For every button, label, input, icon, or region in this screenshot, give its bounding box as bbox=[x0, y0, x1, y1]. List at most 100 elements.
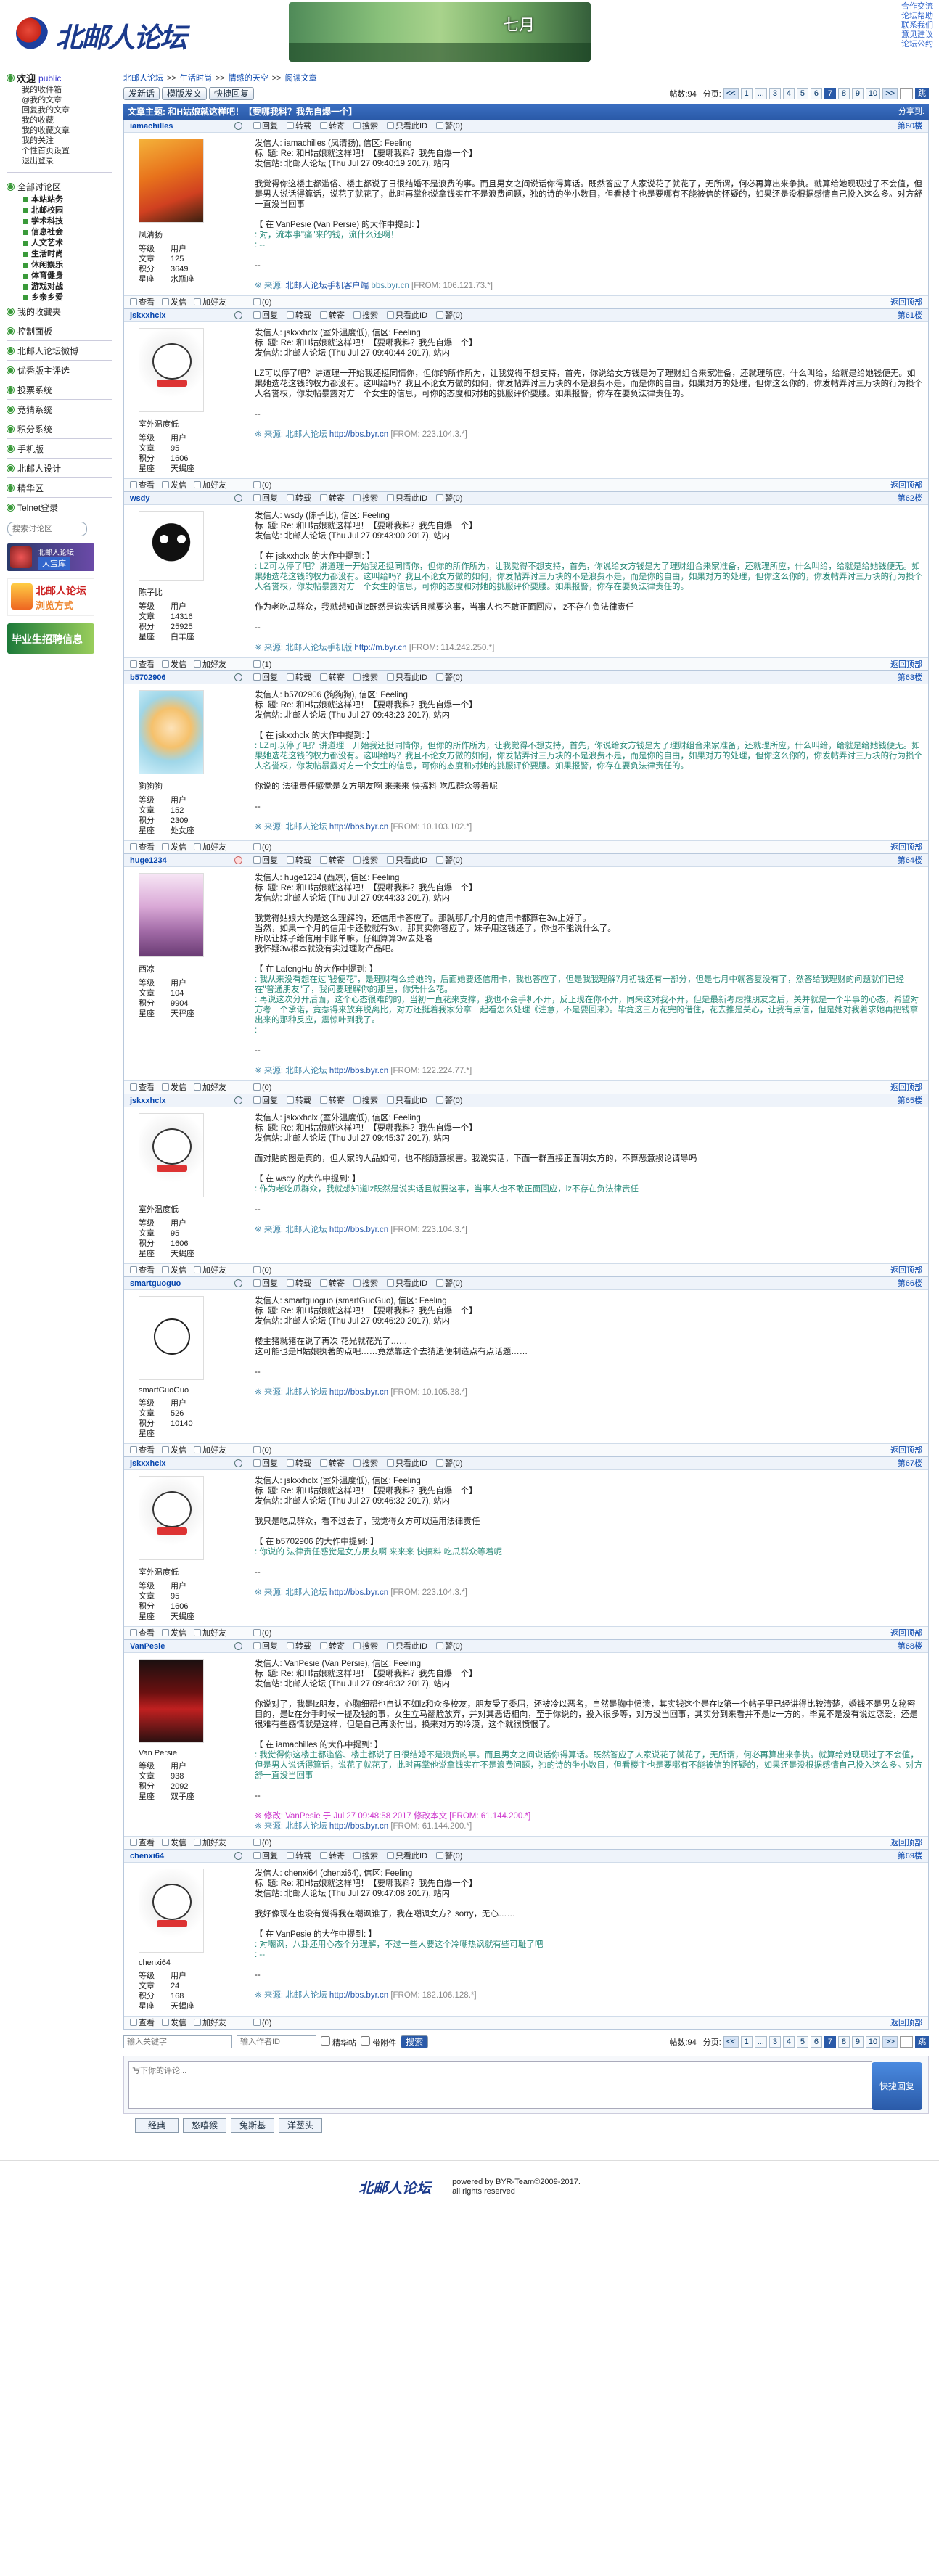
back-to-top-link[interactable]: 返回顶部 bbox=[890, 1444, 928, 1457]
emoji-tab[interactable]: 经典 bbox=[135, 2118, 179, 2133]
vote-button[interactable]: (0) bbox=[253, 2017, 271, 2030]
board-link[interactable]: 体育健身 bbox=[23, 271, 112, 282]
post-action[interactable]: 转载 bbox=[287, 492, 311, 505]
page-button[interactable]: 4 bbox=[782, 2036, 795, 2048]
all-boards-heading[interactable]: 全部讨论区 bbox=[7, 179, 112, 194]
search-button[interactable]: 搜索 bbox=[401, 2035, 429, 2048]
breadcrumb-link[interactable]: 北邮人论坛 bbox=[123, 74, 163, 83]
next-page-button[interactable]: >> bbox=[882, 88, 898, 99]
author-action[interactable]: 加好友 bbox=[194, 296, 226, 309]
author-action[interactable]: 查看 bbox=[130, 479, 155, 492]
post-action[interactable]: 搜索 bbox=[353, 1277, 378, 1290]
page-button[interactable]: 4 bbox=[782, 88, 795, 99]
board-link[interactable]: 游戏对战 bbox=[23, 282, 112, 292]
post-action[interactable]: 警(0) bbox=[436, 1094, 462, 1107]
back-to-top-link[interactable]: 返回顶部 bbox=[890, 1627, 928, 1640]
source-site-link[interactable]: http://bbs.byr.cn bbox=[329, 1067, 388, 1075]
user-link[interactable]: 退出登录 bbox=[22, 156, 112, 166]
toolbar-button[interactable]: 模版发文 bbox=[162, 87, 208, 100]
source-site-link[interactable]: http://bbs.byr.cn bbox=[329, 823, 388, 832]
sidebar-section[interactable]: 优秀版主评选 bbox=[7, 362, 112, 378]
user-avatar[interactable] bbox=[139, 328, 204, 412]
back-to-top-link[interactable]: 返回顶部 bbox=[890, 658, 928, 671]
author-link[interactable]: jskxxhclx bbox=[130, 1457, 166, 1470]
post-action[interactable]: 搜索 bbox=[353, 854, 378, 867]
author-action[interactable]: 查看 bbox=[130, 841, 155, 854]
user-link[interactable]: 我的收藏 bbox=[22, 115, 112, 126]
post-action[interactable]: 转寄 bbox=[320, 1277, 345, 1290]
author-link[interactable]: huge1234 bbox=[130, 854, 167, 867]
user-link[interactable]: 回复我的文章 bbox=[22, 105, 112, 115]
back-to-top-link[interactable]: 返回顶部 bbox=[890, 841, 928, 854]
author-link[interactable]: chenxi64 bbox=[130, 1850, 164, 1863]
post-action[interactable]: 警(0) bbox=[436, 120, 462, 133]
share-label[interactable]: 分享到: bbox=[898, 104, 924, 120]
author-action[interactable]: 查看 bbox=[130, 1081, 155, 1094]
sidebar-section[interactable]: 竞猜系统 bbox=[7, 401, 112, 417]
source-site-link[interactable]: http://bbs.byr.cn bbox=[329, 1822, 388, 1831]
post-action[interactable]: 转寄 bbox=[320, 1457, 345, 1470]
toolbar-button[interactable]: 快捷回复 bbox=[209, 87, 255, 100]
toolbar-button[interactable]: 发新话 bbox=[123, 87, 160, 100]
page-jump-input[interactable] bbox=[900, 2036, 913, 2048]
page-button[interactable]: 10 bbox=[865, 88, 881, 99]
post-action[interactable]: 只看此ID bbox=[387, 120, 427, 133]
author-action[interactable]: 查看 bbox=[130, 1627, 155, 1640]
post-action[interactable]: 只看此ID bbox=[387, 671, 427, 684]
sidebar-section[interactable]: 控制面板 bbox=[7, 323, 112, 339]
page-button[interactable]: 3 bbox=[768, 88, 781, 99]
source-site-link[interactable]: http://bbs.byr.cn bbox=[329, 1588, 388, 1597]
page-button[interactable]: 6 bbox=[810, 88, 822, 99]
post-action[interactable]: 转载 bbox=[287, 1850, 311, 1863]
emoji-tab[interactable]: 兔斯基 bbox=[231, 2118, 274, 2133]
author-action[interactable]: 发信 bbox=[162, 1627, 186, 1640]
top-link[interactable]: 意见建议 bbox=[901, 30, 933, 40]
author-link[interactable]: b5702906 bbox=[130, 671, 166, 684]
page-button[interactable]: 6 bbox=[810, 2036, 822, 2048]
page-button[interactable]: 9 bbox=[851, 2036, 864, 2048]
author-link[interactable]: jskxxhclx bbox=[130, 309, 166, 322]
page-button[interactable]: 8 bbox=[837, 2036, 850, 2048]
page-button[interactable]: 1 bbox=[740, 88, 753, 99]
sidebar-section[interactable]: 北邮人论坛微博 bbox=[7, 342, 112, 358]
breadcrumb-link[interactable]: 生活时尚 bbox=[180, 74, 212, 83]
user-avatar[interactable] bbox=[139, 1869, 204, 1953]
user-link[interactable]: @我的文章 bbox=[22, 95, 112, 105]
post-action[interactable]: 转寄 bbox=[320, 1850, 345, 1863]
back-to-top-link[interactable]: 返回顶部 bbox=[890, 1837, 928, 1850]
breadcrumb-link[interactable]: 阅读文章 bbox=[285, 74, 317, 83]
author-action[interactable]: 发信 bbox=[162, 1081, 186, 1094]
top-banner[interactable]: 七月 bbox=[289, 2, 591, 62]
author-action[interactable]: 加好友 bbox=[194, 479, 226, 492]
post-action[interactable]: 转寄 bbox=[320, 854, 345, 867]
page-button[interactable]: 5 bbox=[796, 88, 808, 99]
author-action[interactable]: 发信 bbox=[162, 479, 186, 492]
post-action[interactable]: 只看此ID bbox=[387, 309, 427, 322]
page-button[interactable]: 9 bbox=[851, 88, 864, 99]
page-button[interactable]: 7 bbox=[824, 2036, 836, 2048]
floor-number[interactable]: 第61楼 bbox=[898, 309, 928, 322]
floor-number[interactable]: 第69楼 bbox=[898, 1850, 928, 1863]
post-action[interactable]: 转载 bbox=[287, 1640, 311, 1653]
author-action[interactable]: 发信 bbox=[162, 1444, 186, 1457]
post-action[interactable]: 回复 bbox=[253, 1850, 278, 1863]
page-button[interactable]: 1 bbox=[740, 2036, 753, 2048]
post-action[interactable]: 搜索 bbox=[353, 492, 378, 505]
user-link[interactable]: 个性首页设置 bbox=[22, 146, 112, 156]
post-action[interactable]: 回复 bbox=[253, 1094, 278, 1107]
author-link[interactable]: jskxxhclx bbox=[130, 1094, 166, 1107]
post-action[interactable]: 警(0) bbox=[436, 671, 462, 684]
user-avatar[interactable] bbox=[139, 690, 204, 774]
post-action[interactable]: 转寄 bbox=[320, 671, 345, 684]
post-action[interactable]: 回复 bbox=[253, 492, 278, 505]
author-link[interactable]: iamachilles bbox=[130, 120, 173, 133]
author-action[interactable]: 查看 bbox=[130, 658, 155, 671]
author-action[interactable]: 查看 bbox=[130, 2017, 155, 2030]
post-action[interactable]: 转载 bbox=[287, 854, 311, 867]
page-go-button[interactable]: 跳 bbox=[915, 2036, 929, 2048]
source-site-link[interactable]: 北邮人论坛手机客户端 bbox=[285, 282, 369, 290]
author-action[interactable]: 查看 bbox=[130, 1837, 155, 1850]
board-link[interactable]: 学术科技 bbox=[23, 216, 112, 227]
back-to-top-link[interactable]: 返回顶部 bbox=[890, 1264, 928, 1277]
board-link[interactable]: 信息社会 bbox=[23, 227, 112, 238]
